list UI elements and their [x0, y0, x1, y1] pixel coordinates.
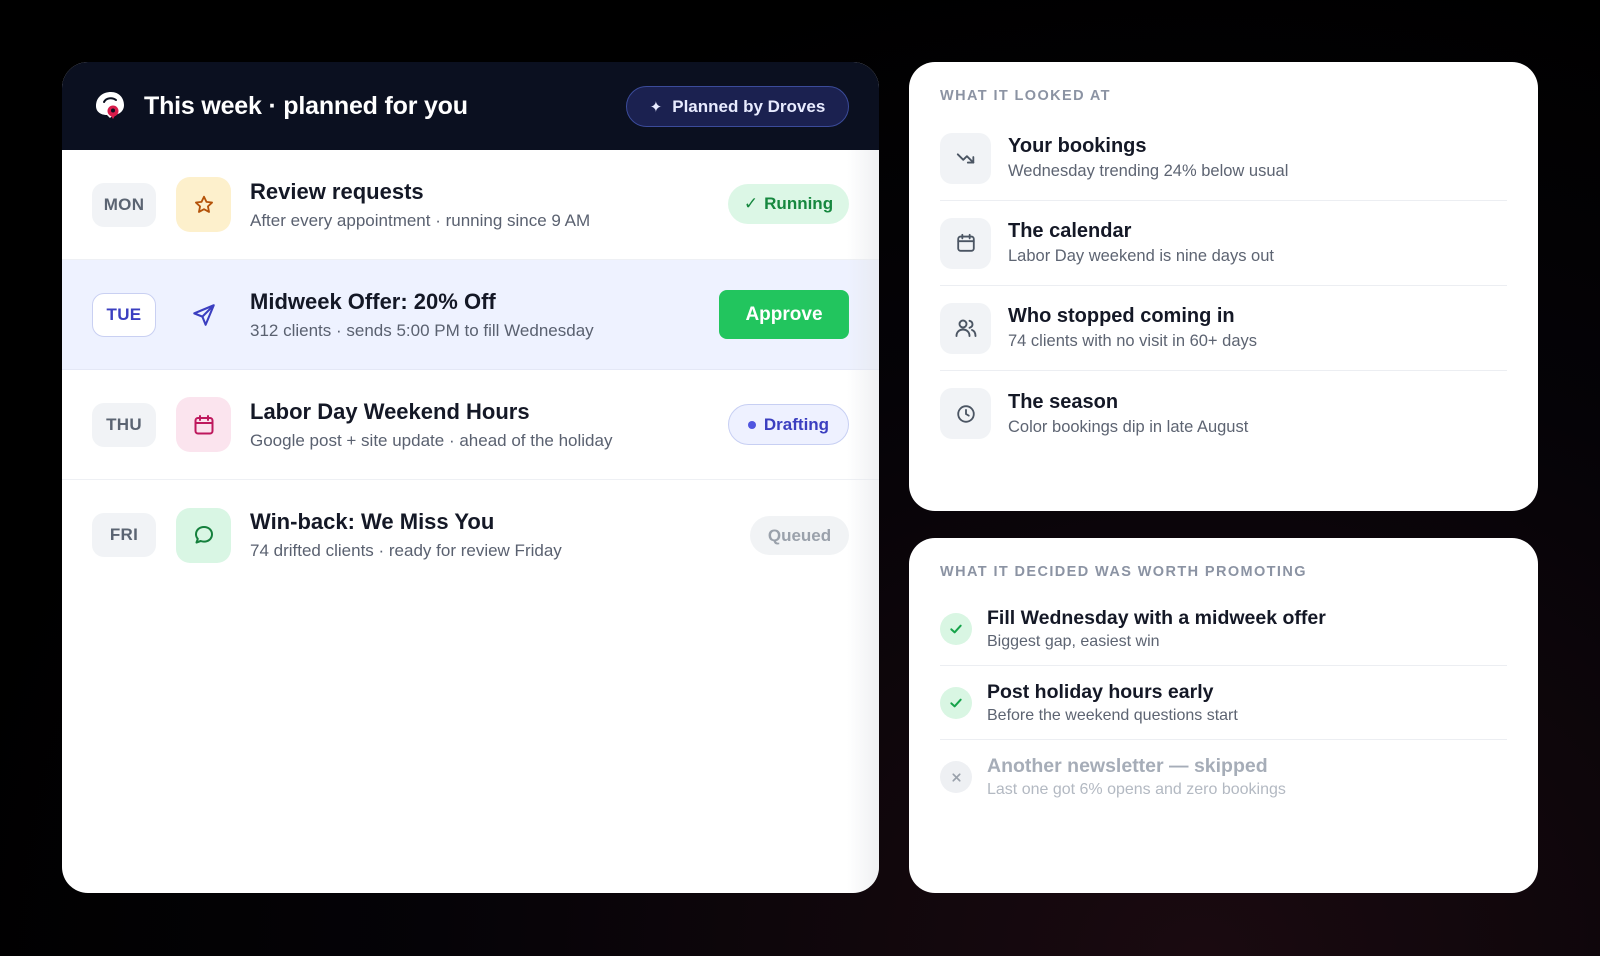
look-title: The calendar — [1008, 220, 1132, 242]
look-subtitle: 74 clients with no visit in 60+ days — [1008, 332, 1258, 350]
decision-item-skipped: Another newsletter — skipped Last one go… — [940, 740, 1507, 814]
task-list: MON Review requests After every appointm… — [62, 150, 879, 590]
look-text: Your bookings Wednesday trending 24% bel… — [1008, 135, 1288, 181]
look-item-season: The season Color bookings dip in late Au… — [940, 371, 1507, 456]
look-subtitle: Wednesday trending 24% below usual — [1008, 162, 1289, 180]
decision-subtitle: Biggest gap, easiest win — [987, 632, 1160, 650]
sparkle-icon: ✦ — [649, 98, 663, 116]
look-item-calendar: The calendar Labor Day weekend is nine d… — [940, 201, 1507, 286]
look-text: The season Color bookings dip in late Au… — [1008, 391, 1248, 437]
x-icon — [940, 761, 972, 793]
look-item-bookings: Your bookings Wednesday trending 24% bel… — [940, 116, 1507, 201]
decision-text: Another newsletter — skipped Last one go… — [987, 755, 1286, 799]
decision-subtitle: Before the weekend questions start — [987, 706, 1238, 724]
checkmark-icon: ✓ — [743, 194, 759, 213]
weekly-plan-card: This week · planned for you ✦ Planned by… — [62, 62, 879, 893]
status-badge-running: ✓ Running — [728, 184, 849, 224]
users-icon — [940, 302, 991, 354]
plan-header: This week · planned for you ✦ Planned by… — [62, 62, 879, 150]
look-title: Your bookings — [1008, 135, 1147, 157]
plan-title: This week · planned for you — [144, 91, 468, 120]
task-row-tue[interactable]: TUE Midweek Offer: 20% Off 312 clients ·… — [62, 260, 879, 370]
decision-text: Post holiday hours early Before the week… — [987, 681, 1238, 725]
trending-down-icon — [940, 132, 991, 184]
planned-by-badge[interactable]: ✦ Planned by Droves — [626, 86, 849, 127]
decision-subtitle: Last one got 6% opens and zero bookings — [987, 781, 1286, 798]
status-badge-drafting: Drafting — [728, 404, 849, 445]
day-chip: MON — [92, 182, 156, 227]
section-label: WHAT IT DECIDED WAS WORTH PROMOTING — [940, 564, 1307, 580]
status-label: Drafting — [763, 414, 830, 434]
task-row-mon[interactable]: MON Review requests After every appointm… — [62, 150, 879, 260]
approve-button[interactable]: Approve — [719, 290, 849, 339]
planned-by-label: Planned by Droves — [672, 96, 826, 116]
status-label: Running — [764, 194, 834, 213]
check-icon — [940, 686, 972, 719]
status-badge-queued: Queued — [750, 516, 849, 555]
day-chip: TUE — [92, 292, 156, 337]
decision-title: Another newsletter — skipped — [987, 755, 1268, 777]
droves-logo-icon — [96, 92, 124, 119]
decision-title: Post holiday hours early — [987, 680, 1214, 703]
check-icon — [940, 612, 972, 645]
look-subtitle: Labor Day weekend is nine days out — [1008, 247, 1274, 265]
look-title: The season — [1008, 390, 1119, 413]
calendar-icon — [176, 397, 231, 452]
section-label: WHAT IT LOOKED AT — [940, 88, 1111, 104]
day-chip: THU — [92, 402, 156, 447]
look-subtitle: Color bookings dip in late August — [1008, 417, 1249, 436]
day-chip: FRI — [92, 513, 156, 557]
looked-at-card: WHAT IT LOOKED AT Your bookings Wednesda… — [909, 62, 1538, 511]
decision-item: Fill Wednesday with a midweek offer Bigg… — [940, 592, 1507, 666]
look-text: The calendar Labor Day weekend is nine d… — [1008, 220, 1274, 266]
calendar-icon — [940, 217, 991, 269]
look-title: Who stopped coming in — [1008, 305, 1235, 327]
chat-icon — [176, 507, 231, 563]
status-dot-icon — [747, 420, 756, 429]
look-text: Who stopped coming in 74 clients with no… — [1008, 305, 1257, 351]
star-icon — [176, 177, 231, 232]
task-row-fri[interactable]: FRI Win-back: We Miss You 74 drifted cli… — [62, 480, 879, 590]
decision-title: Fill Wednesday with a midweek offer — [987, 606, 1326, 629]
clock-icon — [940, 388, 991, 439]
task-row-thu[interactable]: THU Labor Day Weekend Hours Google post … — [62, 370, 879, 480]
decision-text: Fill Wednesday with a midweek offer Bigg… — [987, 607, 1326, 651]
look-item-lapsed-clients: Who stopped coming in 74 clients with no… — [940, 286, 1507, 371]
decision-item: Post holiday hours early Before the week… — [940, 666, 1507, 740]
send-icon — [176, 287, 231, 342]
decided-card: WHAT IT DECIDED WAS WORTH PROMOTING Fill… — [909, 538, 1538, 893]
